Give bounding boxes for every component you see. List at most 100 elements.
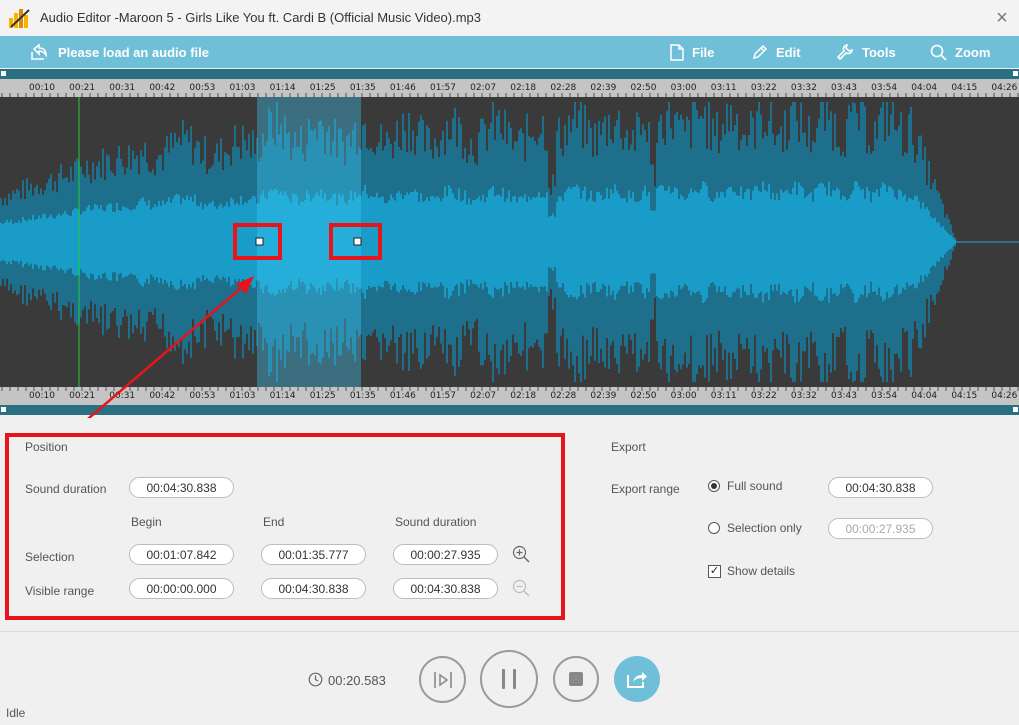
waveform-inner-bar xyxy=(34,220,36,264)
waveform-inner-bar xyxy=(894,196,896,288)
waveform-inner-bar xyxy=(564,192,566,292)
waveform-inner-bar xyxy=(94,203,96,281)
waveform-inner-bar xyxy=(796,195,798,289)
zoom-in-icon[interactable] xyxy=(512,545,530,563)
play-selection-button[interactable] xyxy=(419,656,466,703)
bottom-ruler-label: 03:11 xyxy=(711,391,737,401)
selection-region[interactable] xyxy=(257,97,361,387)
waveform-inner-bar xyxy=(710,201,712,283)
show-details-checkbox[interactable]: ✓ xyxy=(708,565,721,578)
selection-end-handle[interactable] xyxy=(353,237,362,246)
waveform-inner-bar xyxy=(732,191,734,293)
top-ruler-label: 00:10 xyxy=(29,83,55,93)
waveform-inner-bar xyxy=(388,200,390,284)
waveform-inner-bar xyxy=(804,197,806,287)
top-scroll-strip[interactable] xyxy=(0,69,1019,79)
edit-menu-button[interactable]: Edit xyxy=(752,36,801,68)
waveform-inner-bar xyxy=(724,197,726,287)
waveform-inner-bar xyxy=(470,204,472,280)
waveform-canvas[interactable]: 00:10 00:21 00:31 00:42 00:53 01:03 01:14 01:25… xyxy=(0,68,1019,425)
waveform-inner-bar xyxy=(834,190,836,294)
app-logo-icon xyxy=(9,9,30,28)
bottom-left-handle[interactable] xyxy=(1,407,6,412)
selection-only-label[interactable]: Selection only xyxy=(727,521,802,535)
waveform-inner-bar xyxy=(178,195,180,289)
sound-duration-field[interactable]: 00:04:30.838 xyxy=(129,477,234,498)
waveform-inner-bar xyxy=(218,205,220,279)
waveform-inner-bar xyxy=(650,210,652,274)
waveform-inner-bar xyxy=(50,214,52,270)
visible-begin-field[interactable]: 00:00:00.000 xyxy=(129,578,234,599)
waveform-inner-bar xyxy=(492,186,494,298)
selection-start-handle[interactable] xyxy=(255,237,264,246)
show-details-label[interactable]: Show details xyxy=(727,564,795,578)
waveform-inner-bar xyxy=(496,194,498,290)
zoom-out-icon[interactable] xyxy=(512,579,530,597)
waveform-inner-bar xyxy=(486,196,488,288)
waveform-inner-bar xyxy=(164,204,166,280)
file-menu-button[interactable]: File xyxy=(670,36,714,68)
visible-end-field[interactable]: 00:04:30.838 xyxy=(261,578,366,599)
full-sound-label[interactable]: Full sound xyxy=(727,479,782,493)
waveform-inner-bar xyxy=(182,198,184,286)
waveform-inner-bar xyxy=(528,196,530,288)
pause-button[interactable] xyxy=(480,650,538,708)
waveform-inner-bar xyxy=(144,201,146,283)
waveform-inner-bar xyxy=(190,196,192,288)
window-title: Audio Editor -Maroon 5 - Girls Like You … xyxy=(40,10,481,25)
top-ruler-label: 03:11 xyxy=(711,83,737,93)
bottom-right-handle[interactable] xyxy=(1013,407,1018,412)
waveform-inner-bar xyxy=(692,192,694,292)
waveform-inner-bar xyxy=(220,203,222,281)
top-ruler-label: 03:00 xyxy=(671,83,697,93)
close-icon[interactable]: × xyxy=(992,8,1012,28)
visible-duration-field[interactable]: 00:04:30.838 xyxy=(393,578,498,599)
waveform-inner-bar xyxy=(122,206,124,278)
bottom-ruler-label: 02:39 xyxy=(590,391,616,401)
waveform-inner-bar xyxy=(168,197,170,287)
waveform-inner-bar xyxy=(844,197,846,287)
waveform-inner-bar xyxy=(188,199,190,285)
waveform-inner-bar xyxy=(776,193,778,291)
bottom-ruler-label: 01:03 xyxy=(230,391,256,401)
waveform-inner-bar xyxy=(66,213,68,271)
top-left-handle[interactable] xyxy=(1,71,6,76)
waveform-inner-bar xyxy=(718,197,720,287)
waveform-inner-bar xyxy=(244,201,246,283)
waveform-inner-bar xyxy=(754,185,756,299)
stop-button[interactable] xyxy=(553,656,599,702)
waveform-inner-bar xyxy=(642,190,644,294)
waveform-inner-bar xyxy=(460,201,462,283)
waveform-inner-bar xyxy=(186,195,188,289)
waveform-inner-bar xyxy=(714,198,716,286)
waveform-inner-bar xyxy=(738,195,740,289)
waveform-inner-bar xyxy=(150,209,152,275)
waveform-inner-bar xyxy=(634,201,636,283)
waveform-inner-bar xyxy=(752,190,754,294)
selection-duration-field[interactable]: 00:00:27.935 xyxy=(393,544,498,565)
waveform-inner-bar xyxy=(882,182,884,302)
waveform-inner-bar xyxy=(676,188,678,296)
waveform-inner-bar xyxy=(396,193,398,291)
selection-begin-field[interactable]: 00:01:07.842 xyxy=(129,544,234,565)
file-title: -Maroon 5 - Girls Like You ft. Cardi B (… xyxy=(114,10,482,25)
waveform-inner-bar xyxy=(816,187,818,297)
full-sound-radio[interactable] xyxy=(708,480,720,492)
tools-menu-button[interactable]: Tools xyxy=(836,36,896,68)
bottom-scroll-strip[interactable] xyxy=(0,405,1019,415)
waveform-editor[interactable]: 00:10 00:21 00:31 00:42 00:53 01:03 01:14 01:25… xyxy=(0,68,1019,425)
top-ruler-label: 01:25 xyxy=(310,83,336,93)
waveform-inner-bar xyxy=(610,188,612,296)
zoom-menu-button[interactable]: Zoom xyxy=(930,36,990,68)
waveform-inner-bar xyxy=(744,192,746,292)
waveform-inner-bar xyxy=(198,206,200,278)
selection-only-radio[interactable] xyxy=(708,522,720,534)
waveform-inner-bar xyxy=(442,198,444,286)
selection-end-field[interactable]: 00:01:35.777 xyxy=(261,544,366,565)
export-button[interactable] xyxy=(614,656,660,702)
waveform-inner-bar xyxy=(886,192,888,292)
top-right-handle[interactable] xyxy=(1013,71,1018,76)
waveform-inner-bar xyxy=(208,203,210,281)
waveform-inner-bar xyxy=(822,183,824,301)
load-audio-button[interactable]: Please load an audio file xyxy=(30,36,209,68)
